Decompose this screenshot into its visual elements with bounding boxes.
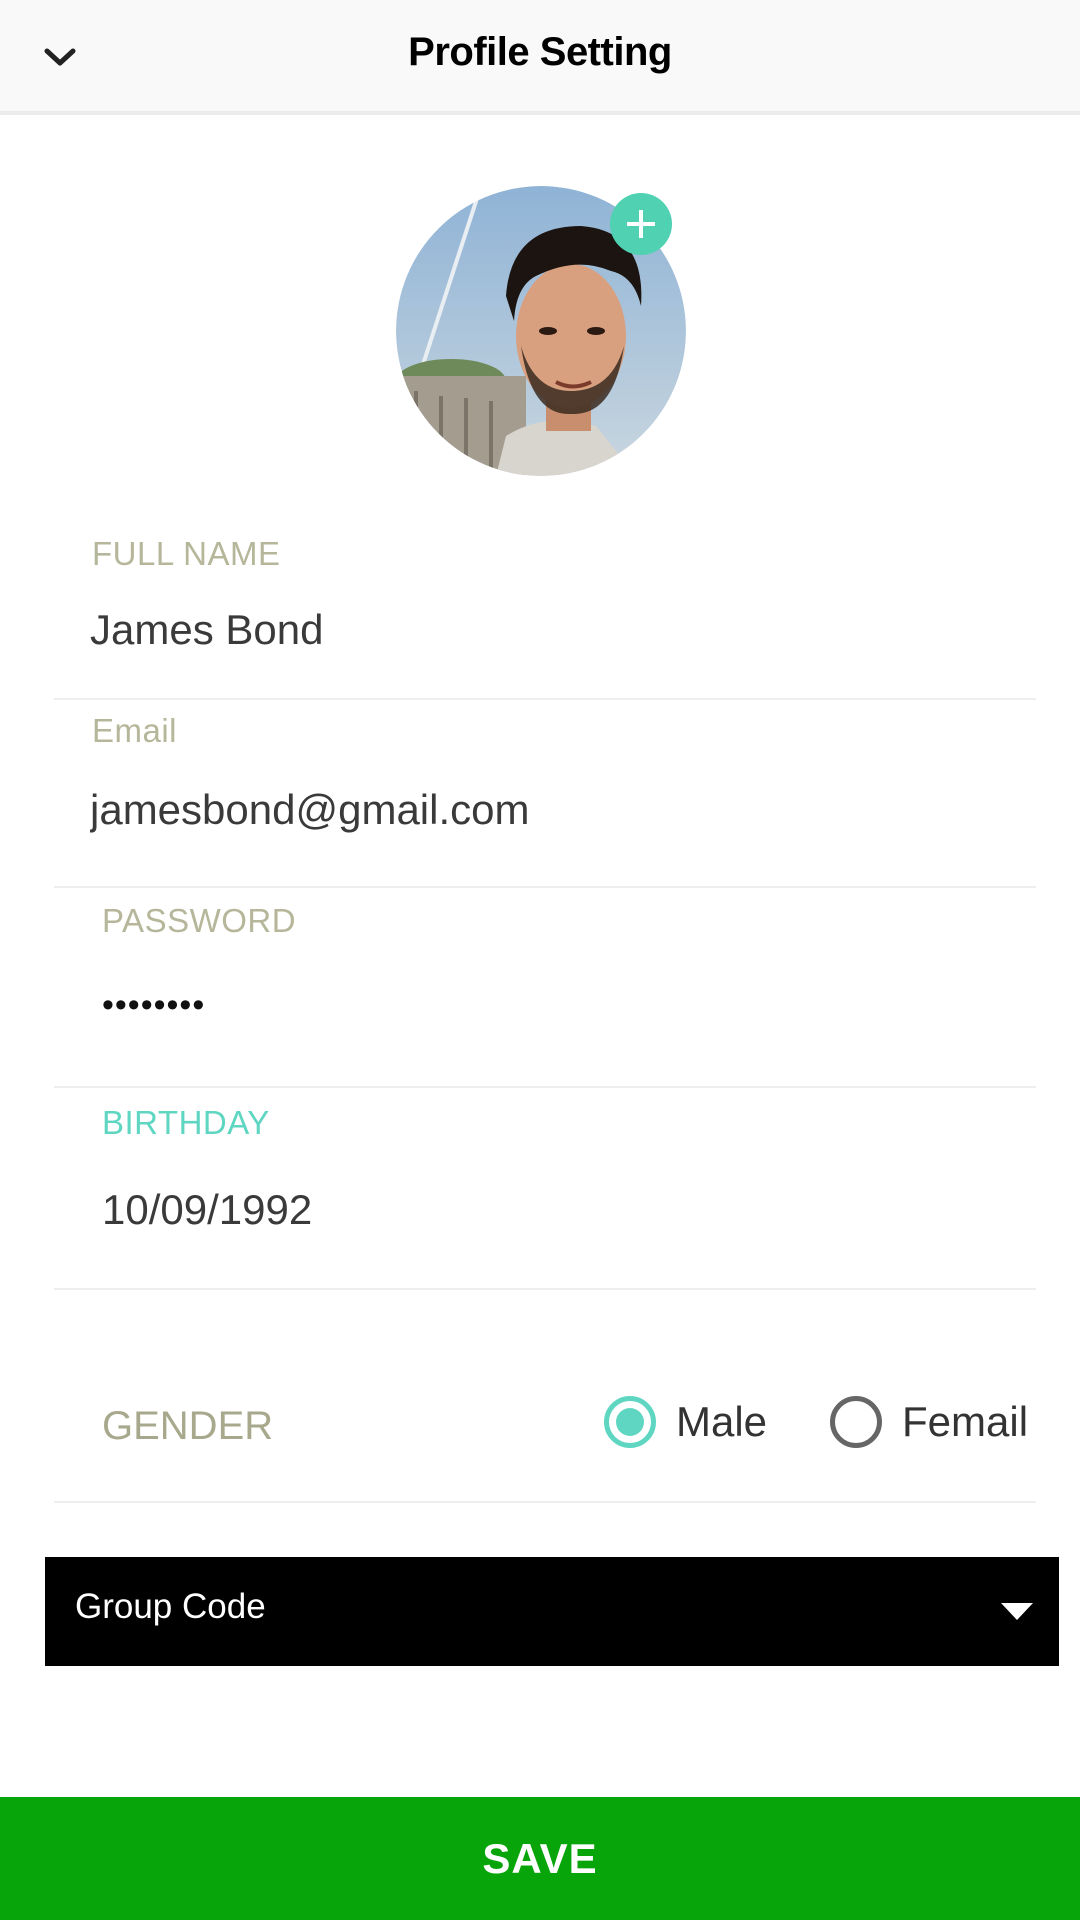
- radio-unchecked-icon[interactable]: [830, 1396, 882, 1448]
- password-field[interactable]: PASSWORD ••••••••: [54, 888, 1036, 1088]
- profile-setting-screen: Profile Setting FULL NAME James Bond Ema…: [0, 0, 1080, 1920]
- gender-male-label: Male: [676, 1398, 768, 1445]
- birthday-input[interactable]: [102, 1186, 982, 1234]
- radio-dot: [616, 1408, 644, 1436]
- birthday-label: BIRTHDAY: [102, 1104, 270, 1141]
- group-code-dropdown[interactable]: Group Code: [45, 1557, 1059, 1666]
- password-input[interactable]: ••••••••: [102, 986, 982, 1025]
- full-name-field[interactable]: FULL NAME: [54, 520, 1036, 700]
- email-field[interactable]: Email: [54, 700, 1036, 888]
- gender-selector: GENDER Male Femail: [54, 1330, 1036, 1503]
- password-label: PASSWORD: [102, 902, 297, 939]
- gender-option-male[interactable]: Male: [604, 1396, 767, 1448]
- birthday-field[interactable]: BIRTHDAY: [54, 1088, 1036, 1290]
- plus-icon: [627, 210, 655, 238]
- page-title: Profile Setting: [408, 30, 672, 74]
- full-name-input[interactable]: [90, 606, 970, 654]
- add-photo-button[interactable]: [610, 193, 672, 255]
- gender-label: GENDER: [102, 1404, 274, 1448]
- avatar-container: [396, 186, 686, 476]
- gender-option-femail[interactable]: Femail: [830, 1396, 1028, 1448]
- group-code-label: Group Code: [75, 1587, 266, 1626]
- save-button[interactable]: SAVE: [0, 1797, 1080, 1920]
- save-button-label: SAVE: [482, 1835, 598, 1882]
- email-input[interactable]: [90, 786, 970, 834]
- email-label: Email: [92, 712, 178, 749]
- gender-femail-label: Femail: [902, 1398, 1029, 1445]
- top-bar: Profile Setting: [0, 0, 1080, 115]
- radio-checked-icon[interactable]: [604, 1396, 656, 1448]
- full-name-label: FULL NAME: [92, 535, 281, 572]
- caret-down-icon[interactable]: [1001, 1603, 1033, 1620]
